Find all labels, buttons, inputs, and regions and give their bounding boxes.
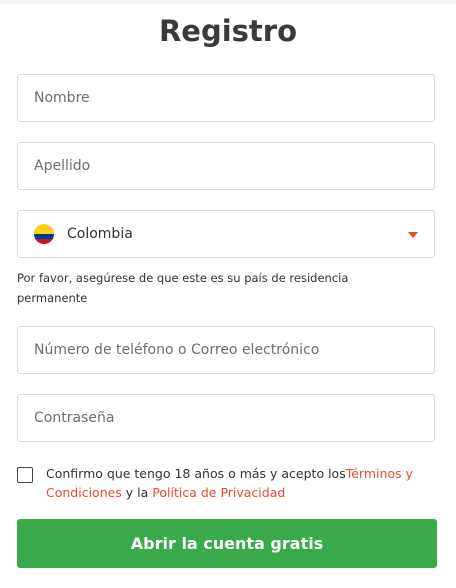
open-account-button[interactable]: Abrir la cuenta gratis	[17, 519, 437, 568]
last-name-input[interactable]	[18, 143, 434, 189]
first-name-field-container	[17, 74, 435, 122]
last-name-field-container	[17, 142, 435, 190]
caret-down-icon	[408, 232, 418, 238]
page-title: Registro	[158, 14, 298, 48]
country-select[interactable]: Colombia	[17, 210, 435, 258]
consent-text-middle: y la	[121, 485, 153, 500]
consent-checkbox[interactable]	[17, 467, 33, 483]
password-field-container	[17, 394, 435, 442]
phone-or-email-input[interactable]	[18, 327, 434, 373]
first-name-input[interactable]	[18, 75, 434, 121]
password-input[interactable]	[18, 395, 434, 441]
consent-text: Confirmo que tengo 18 años o más y acept…	[46, 464, 438, 502]
consent-text-before: Confirmo que tengo 18 años o más y acept…	[46, 466, 346, 481]
country-selected-label: Colombia	[67, 226, 133, 242]
top-edge	[0, 0, 456, 4]
residence-note: Por favor, asegúrese de que este es su p…	[17, 271, 349, 305]
contact-field-container	[17, 326, 435, 374]
colombia-flag-icon	[34, 224, 54, 244]
privacy-link[interactable]: Política de Privacidad	[152, 485, 285, 500]
